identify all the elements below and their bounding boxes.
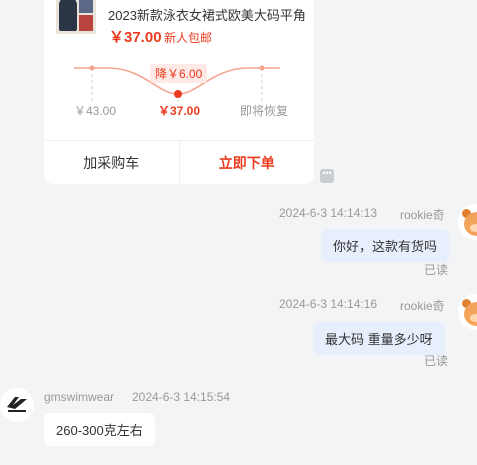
- product-thumbnail[interactable]: [56, 0, 96, 34]
- message-bubble[interactable]: 最大码 重量多少呀: [313, 322, 445, 355]
- product-card[interactable]: 2023新款泳衣女裙式欧美大码平角 ￥37.00 新人包邮 降￥6.00 ￥43…: [44, 0, 314, 184]
- message-time: 2024-6-3 14:14:16: [279, 297, 378, 311]
- price-drop-badge: 降￥6.00: [150, 64, 208, 83]
- seller-avatar[interactable]: [0, 388, 34, 422]
- message-bubble[interactable]: 你好，这款有货吗: [321, 229, 450, 262]
- add-to-cart-button[interactable]: 加采购车: [44, 141, 180, 184]
- read-status: 已读: [424, 263, 449, 277]
- original-price: ￥43.00: [74, 104, 117, 118]
- buy-now-button[interactable]: 立即下单: [180, 141, 315, 184]
- read-status: 已读: [424, 354, 449, 368]
- message-time: 2024-6-3 14:14:13: [279, 206, 378, 220]
- product-price: ￥37.00: [109, 29, 162, 46]
- restore-label: 即将恢复: [240, 104, 289, 118]
- current-price: ￥37.00: [158, 104, 201, 118]
- promo-tag: 新人包邮: [164, 31, 213, 45]
- message-time: 2024-6-3 14:15:54: [132, 390, 231, 404]
- sender-name: gmswimwear: [44, 390, 115, 404]
- sender-name: rookie奇: [400, 208, 445, 222]
- user-avatar[interactable]: [458, 294, 477, 330]
- card-actions: 加采购车 立即下单: [44, 140, 314, 184]
- sender-name: rookie奇: [400, 299, 445, 313]
- message-bubble[interactable]: 260-300克左右: [44, 413, 155, 446]
- user-avatar[interactable]: [458, 204, 477, 240]
- more-icon[interactable]: •••: [320, 169, 334, 183]
- product-title[interactable]: 2023新款泳衣女裙式欧美大码平角: [108, 5, 308, 24]
- seller-logo-icon: [7, 397, 27, 412]
